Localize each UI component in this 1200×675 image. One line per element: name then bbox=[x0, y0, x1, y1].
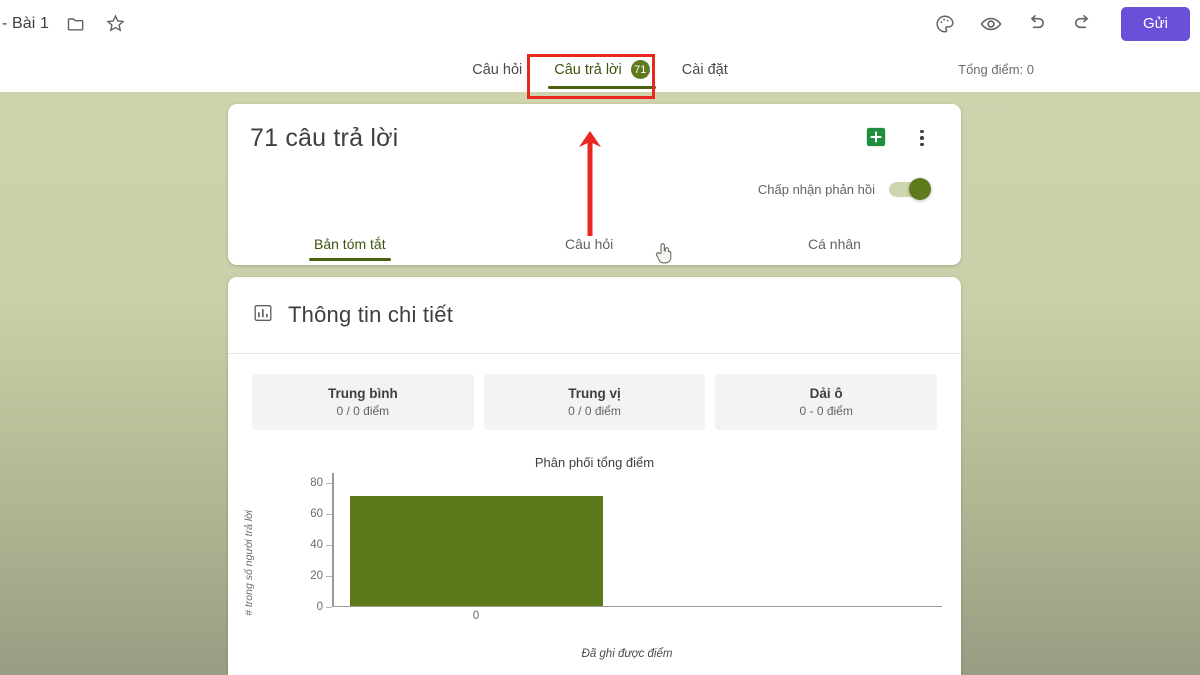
chart-bar[interactable] bbox=[350, 496, 603, 606]
chart-y-tick-mark bbox=[326, 545, 332, 546]
hand-pointer-cursor bbox=[654, 240, 674, 271]
chart-title: Phân phối tổng điểm bbox=[228, 455, 961, 470]
stat-range-value: 0 - 0 điểm bbox=[800, 404, 853, 418]
accept-responses-label: Chấp nhận phản hồi bbox=[758, 182, 875, 197]
subtab-summary-label: Bản tóm tắt bbox=[314, 236, 386, 252]
insights-title: Thông tin chi tiết bbox=[288, 302, 453, 328]
redo-icon[interactable] bbox=[1071, 12, 1095, 36]
insights-card: Thông tin chi tiết Trung bình 0 / 0 điểm… bbox=[228, 277, 961, 675]
more-vert-icon[interactable] bbox=[911, 126, 933, 150]
stat-mean-value: 0 / 0 điểm bbox=[336, 404, 389, 418]
accept-responses-row: Chấp nhận phản hồi bbox=[758, 182, 929, 197]
responses-card: 71 câu trả lời Chấp nhận phản hồi Bản tó… bbox=[228, 104, 961, 265]
chart-x-tick: 0 bbox=[473, 610, 479, 622]
subtab-question-label: Câu hỏi bbox=[565, 236, 613, 252]
bar-chart-icon bbox=[252, 302, 274, 329]
stats-row: Trung bình 0 / 0 điểm Trung vị 0 / 0 điể… bbox=[252, 374, 937, 430]
insights-header: Thông tin chi tiết bbox=[228, 277, 961, 354]
responses-count-title: 71 câu trả lời bbox=[250, 124, 398, 153]
stat-range: Dải ô 0 - 0 điểm bbox=[715, 374, 937, 430]
tab-responses[interactable]: Câu trả lời 71 bbox=[538, 47, 666, 92]
tab-responses-label: Câu trả lời bbox=[554, 62, 622, 78]
chart-y-tick-mark bbox=[326, 514, 332, 515]
send-button[interactable]: Gửi bbox=[1121, 7, 1190, 41]
toggle-knob bbox=[909, 178, 931, 200]
stat-median-value: 0 / 0 điểm bbox=[568, 404, 621, 418]
eye-icon[interactable] bbox=[979, 12, 1003, 36]
star-icon[interactable] bbox=[103, 11, 129, 37]
top-bar: - Bài 1 bbox=[0, 0, 1200, 47]
stat-range-label: Dải ô bbox=[810, 386, 843, 401]
chart-y-tick: 20 bbox=[310, 570, 323, 582]
google-sheets-icon[interactable] bbox=[865, 126, 887, 153]
chart-y-tick: 40 bbox=[310, 539, 323, 551]
responses-count-badge: 71 bbox=[631, 60, 650, 79]
stat-median-label: Trung vị bbox=[568, 386, 621, 401]
tabs-row: Câu hỏi Câu trả lời 71 Cài đặt Tổng điểm… bbox=[0, 47, 1200, 92]
tab-settings-label: Cài đặt bbox=[682, 62, 728, 78]
subtab-individual[interactable]: Cá nhân bbox=[808, 222, 861, 265]
chart-y-tick-mark bbox=[326, 607, 332, 608]
chart-y-tick-mark bbox=[326, 576, 332, 577]
chart-x-axis-label: Đã ghi được điểm bbox=[332, 648, 922, 660]
stat-median: Trung vị 0 / 0 điểm bbox=[484, 374, 706, 430]
total-points: Tổng điểm: 0 bbox=[958, 47, 1034, 92]
chart-plot-area: 0204060800 bbox=[332, 483, 924, 607]
folder-icon[interactable] bbox=[63, 11, 89, 37]
stat-mean-label: Trung bình bbox=[328, 386, 398, 401]
chart-y-tick-mark bbox=[326, 483, 332, 484]
tab-questions-label: Câu hỏi bbox=[472, 62, 522, 78]
chart-y-tick: 80 bbox=[310, 477, 323, 489]
document-title[interactable]: - Bài 1 bbox=[0, 15, 49, 33]
palette-icon[interactable] bbox=[933, 12, 957, 36]
chart-y-tick: 0 bbox=[317, 601, 323, 613]
subtab-summary[interactable]: Bản tóm tắt bbox=[314, 222, 386, 265]
subtab-question[interactable]: Câu hỏi bbox=[565, 222, 613, 265]
chart-y-tick: 60 bbox=[310, 508, 323, 520]
score-distribution-chart: Phân phối tổng điểm # trong số người trả… bbox=[228, 452, 961, 675]
subtab-individual-label: Cá nhân bbox=[808, 236, 861, 252]
responses-subtabs: Bản tóm tắt Câu hỏi Cá nhân bbox=[228, 222, 961, 265]
tab-questions[interactable]: Câu hỏi bbox=[456, 47, 538, 92]
tab-settings[interactable]: Cài đặt bbox=[666, 47, 744, 92]
chart-y-axis-line bbox=[332, 473, 334, 607]
undo-icon[interactable] bbox=[1025, 12, 1049, 36]
chart-y-axis-label: # trong số người trả lời bbox=[243, 498, 255, 628]
accept-responses-toggle[interactable] bbox=[889, 182, 929, 197]
top-bar-actions: Gửi bbox=[933, 0, 1190, 47]
stat-mean: Trung bình 0 / 0 điểm bbox=[252, 374, 474, 430]
